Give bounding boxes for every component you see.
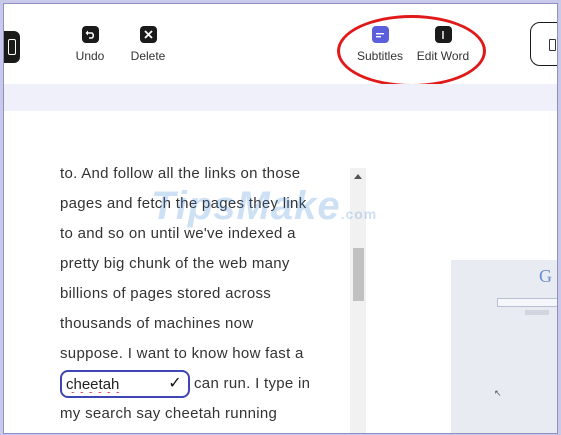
search-button-image bbox=[525, 310, 549, 315]
toolbar: Undo Delete Subtitles Edit Word bbox=[4, 4, 557, 87]
delete-icon bbox=[139, 26, 157, 43]
panel-icon bbox=[549, 39, 556, 51]
transcript-line[interactable]: my search say cheetah running bbox=[60, 399, 350, 429]
undo-icon bbox=[81, 26, 99, 43]
google-logo-fragment: G bbox=[539, 266, 552, 286]
panel-icon bbox=[8, 39, 16, 55]
delete-button[interactable]: Delete bbox=[127, 26, 169, 63]
transcript-line[interactable]: billions of pages stored across bbox=[60, 279, 350, 309]
transcript-line[interactable]: thousands of machines now bbox=[60, 309, 350, 339]
annotation-highlight-ellipse bbox=[337, 15, 486, 87]
confirm-check-icon[interactable]: ✓ bbox=[168, 372, 182, 396]
mouse-cursor-icon: ↖ bbox=[494, 388, 502, 398]
search-bar-image bbox=[497, 298, 557, 307]
undo-label: Undo bbox=[75, 49, 105, 63]
toolbar-subbar bbox=[4, 84, 557, 111]
watermark-text: TipsMake bbox=[151, 184, 341, 228]
transcript-line-text[interactable]: can run. I type in bbox=[194, 375, 310, 392]
transcript-line[interactable]: suppose. I want to know how fast a bbox=[60, 339, 350, 369]
undo-button[interactable]: Undo bbox=[73, 26, 107, 63]
scroll-up-arrow-icon[interactable] bbox=[354, 174, 362, 179]
right-panel-button[interactable] bbox=[530, 22, 557, 66]
scrollbar-thumb[interactable] bbox=[353, 248, 364, 301]
left-panel-toggle-button[interactable] bbox=[4, 31, 20, 63]
app-window: Undo Delete Subtitles Edit Word to. And … bbox=[3, 3, 558, 434]
watermark: TipsMake.com bbox=[151, 184, 377, 229]
watermark-suffix: .com bbox=[340, 206, 378, 222]
edit-word-field[interactable]: ✓ bbox=[60, 370, 190, 399]
transcript-edit-line: ✓ can run. I type in bbox=[60, 369, 350, 399]
edit-word-input[interactable] bbox=[66, 375, 166, 394]
transcript-line[interactable]: pretty big chunk of the web many bbox=[60, 249, 350, 279]
delete-label: Delete bbox=[130, 49, 166, 63]
video-preview[interactable]: G ↖ bbox=[451, 260, 557, 433]
